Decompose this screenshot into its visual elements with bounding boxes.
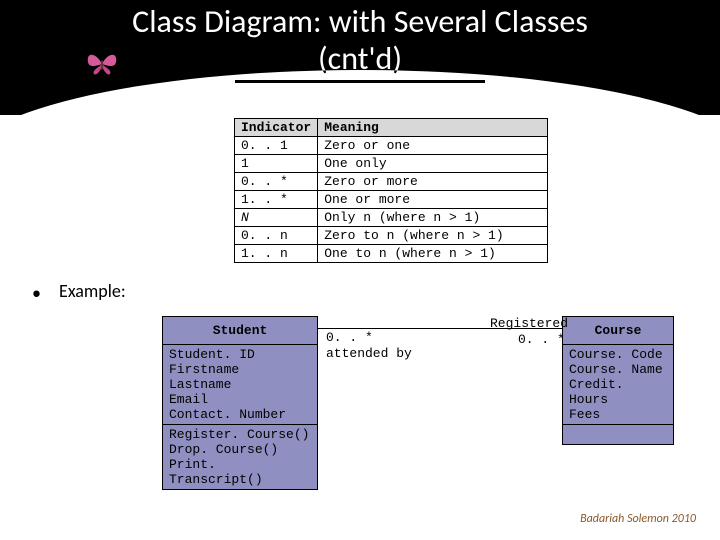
table-row: NOnly n (where n > 1) bbox=[235, 209, 548, 227]
class-student-ops: Register. Course() Drop. Course() Print.… bbox=[163, 425, 317, 489]
class-student-attrs: Student. ID Firstname Lastname Email Con… bbox=[163, 345, 317, 425]
class-course-ops bbox=[563, 425, 673, 444]
table-row: 1. . *One or more bbox=[235, 191, 548, 209]
slide-title: Class Diagram: with Several Classes (cnt… bbox=[0, 4, 720, 83]
bullet-dot-icon: • bbox=[32, 282, 41, 304]
title-line-1: Class Diagram: with Several Classes bbox=[132, 2, 588, 41]
table-row: 1. . nOne to n (where n > 1) bbox=[235, 245, 548, 263]
class-course-attrs: Course. Code Course. Name Credit. Hours … bbox=[563, 345, 673, 425]
table-row: 0. . 1Zero or one bbox=[235, 137, 548, 155]
class-student: Student Student. ID Firstname Lastname E… bbox=[162, 316, 318, 490]
class-course: Course Course. Code Course. Name Credit.… bbox=[562, 316, 674, 445]
class-course-name: Course bbox=[563, 317, 673, 345]
table-row: 0. . *Zero or more bbox=[235, 173, 548, 191]
example-bullet: • Example: bbox=[32, 280, 126, 304]
title-line-2: (cnt'd) bbox=[235, 41, 485, 83]
assoc-name: Registered bbox=[468, 316, 568, 331]
assoc-role: attended by bbox=[326, 346, 412, 361]
th-meaning: Meaning bbox=[318, 119, 548, 137]
footer-credit: Badariah Solemon 2010 bbox=[580, 512, 696, 526]
table-row: 1One only bbox=[235, 155, 548, 173]
th-indicator: Indicator bbox=[235, 119, 318, 137]
multiplicity-table: Indicator Meaning 0. . 1Zero or one 1One… bbox=[234, 118, 548, 263]
class-student-name: Student bbox=[163, 317, 317, 345]
assoc-left-multiplicity: 0. . * bbox=[326, 330, 373, 345]
assoc-right-multiplicity: 0. . * bbox=[518, 332, 565, 347]
bullet-label: Example: bbox=[59, 280, 126, 302]
table-row: 0. . nZero to n (where n > 1) bbox=[235, 227, 548, 245]
